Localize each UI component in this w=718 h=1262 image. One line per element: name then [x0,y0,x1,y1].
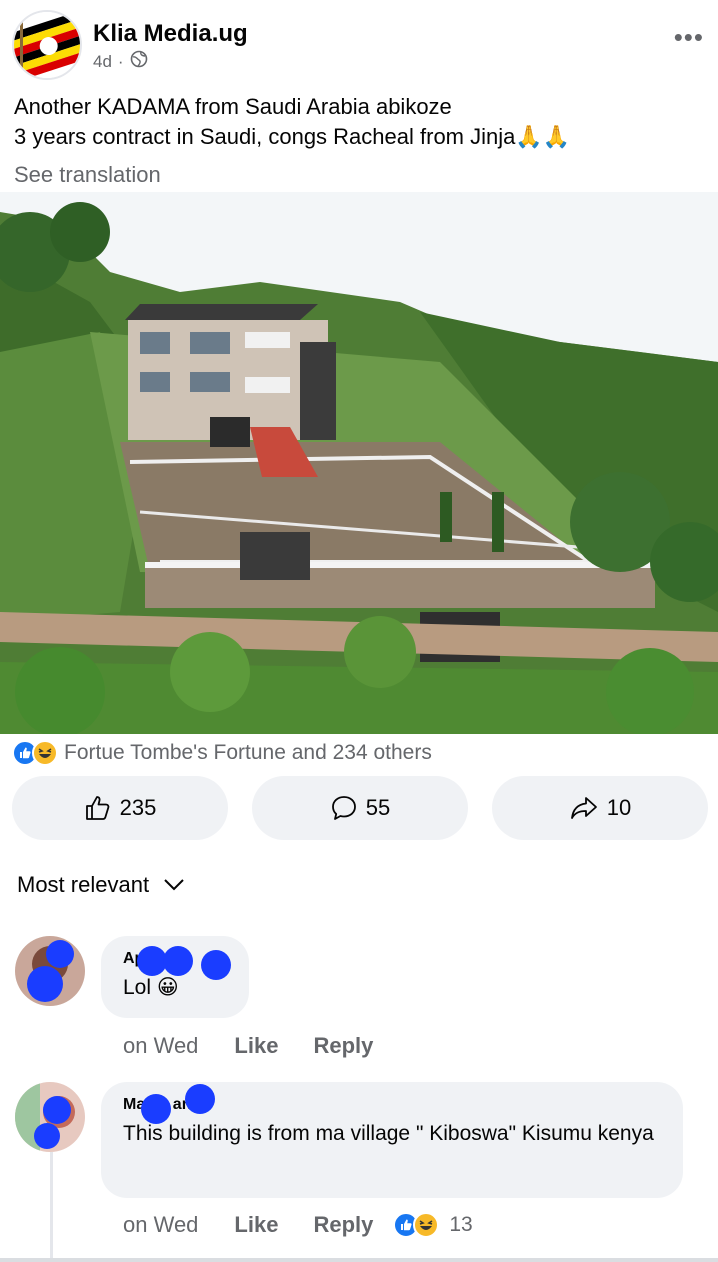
sort-label: Most relevant [17,872,150,897]
comment-like-button[interactable]: Like [234,1033,278,1059]
comment-button[interactable]: 55 [252,776,468,840]
reactions-summary-text: Fortue Tombe's Fortune and 234 others [64,741,432,764]
page-avatar[interactable] [12,10,82,80]
redaction-mark [163,946,193,976]
comment-time[interactable]: on Wed [123,1033,198,1059]
commenter-avatar[interactable] [15,936,85,1006]
bottom-divider [0,1258,718,1262]
haha-reaction-icon [32,740,58,766]
comment-reply-button[interactable]: Reply [313,1212,373,1238]
comment-like-button[interactable]: Like [234,1212,278,1238]
comment-text: This building is from ma village " Kibos… [123,1122,654,1145]
post-text: Another KADAMA from Saudi Arabia abikoze… [14,92,704,152]
share-button[interactable]: 10 [492,776,708,840]
redaction-mark [141,1094,171,1124]
post-meta: 4d · [93,50,148,73]
comment-sort-dropdown[interactable]: Most relevant [17,872,185,898]
comment-time[interactable]: on Wed [123,1212,198,1238]
share-arrow-icon [569,794,599,822]
commenter-avatar[interactable] [15,1082,85,1152]
like-button[interactable]: 235 [12,776,228,840]
see-translation-link[interactable]: See translation [14,162,161,188]
post-age[interactable]: 4d [93,52,112,72]
like-count: 235 [119,795,157,820]
share-count: 10 [606,795,632,820]
meta-separator: · [117,51,124,71]
thumbs-up-icon [84,794,112,822]
comment-author[interactable]: Ma na ang [123,1084,661,1124]
chevron-down-icon [163,872,185,898]
post-header: Klia Media.ug 4d · ••• [0,0,718,90]
haha-reaction-icon [413,1212,440,1238]
comment-meta: on Wed Like Reply 13 [123,1212,473,1238]
comment-meta: on Wed Like Reply [123,1033,373,1059]
redaction-mark [185,1084,215,1114]
more-options-icon[interactable]: ••• [674,22,704,53]
comment-bubble-icon [330,794,358,822]
comment-bubble: Ma na ang This building is from ma villa… [101,1082,683,1198]
comment-author[interactable]: Ap el [123,946,231,980]
post-actions: 235 55 10 [12,776,708,840]
reply-thread-line [50,1152,53,1262]
comment-bubble: Ap el Lol 😀 [101,936,249,1018]
post-photo[interactable] [0,192,718,734]
post-text-line-1: Another KADAMA from Saudi Arabia abikoze [14,94,452,119]
comment-reply-button[interactable]: Reply [313,1033,373,1059]
post-text-line-2: 3 years contract in Saudi, congs Racheal… [14,124,571,149]
comment-reaction-count: 13 [449,1213,473,1236]
redaction-mark [201,950,231,980]
reaction-icons [12,740,58,766]
globe-icon [130,50,148,73]
page-name[interactable]: Klia Media.ug [93,20,248,48]
reactions-summary[interactable]: Fortue Tombe's Fortune and 234 others [12,738,432,768]
comment-reactions[interactable]: 13 [393,1212,473,1238]
comment-count: 55 [365,795,391,820]
